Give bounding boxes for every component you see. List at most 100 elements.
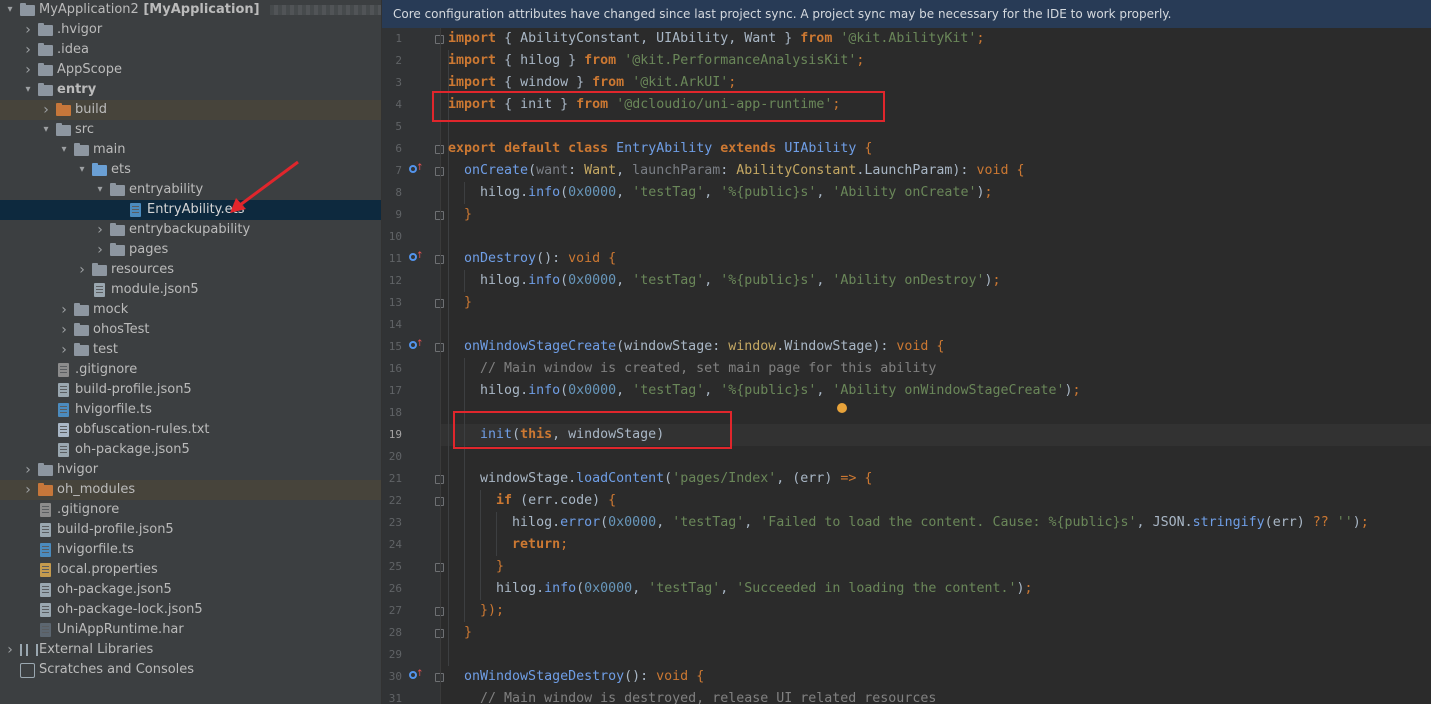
tree-item-uniappruntime-har[interactable]: UniAppRuntime.har [0, 620, 381, 640]
tree-item-label: main [93, 142, 126, 157]
chevron-down-icon[interactable]: ▾ [58, 140, 70, 160]
code-line-15[interactable]: onWindowStageCreate(windowStage: window.… [448, 336, 944, 358]
code-line-26[interactable]: hilog.info(0x0000, 'testTag', 'Succeeded… [448, 578, 1032, 600]
tree-item-src[interactable]: ▾ src [0, 120, 381, 140]
line-number: 15 [388, 340, 402, 353]
tree-item-oh-package-lock-json5[interactable]: oh-package-lock.json5 [0, 600, 381, 620]
project-tree: ▾ MyApplication2 [MyApplication] › .hvigor ›… [0, 0, 382, 704]
tree-item-hvigor[interactable]: › .hvigor [0, 20, 381, 40]
chevron-down-icon[interactable]: ▾ [4, 0, 16, 20]
code-line-21[interactable]: windowStage.loadContent('pages/Index', (… [448, 468, 872, 490]
code-line-12[interactable]: hilog.info(0x0000, 'testTag', '%{public}… [448, 270, 1000, 292]
override-method-icon[interactable]: ↑ [409, 669, 424, 683]
folder-orange-icon [56, 103, 71, 117]
line-number: 22 [388, 494, 402, 507]
code-line-13[interactable]: } [448, 292, 472, 314]
code-line-31[interactable]: // Main window is destroyed, release UI … [448, 688, 936, 704]
chevron-right-icon[interactable]: › [94, 240, 106, 260]
code-line-24[interactable]: return; [448, 534, 568, 556]
tree-item-entry[interactable]: ▾ entry [0, 80, 381, 100]
code-line-8[interactable]: hilog.info(0x0000, 'testTag', '%{public}… [448, 182, 992, 204]
tree-item-appscope[interactable]: › AppScope [0, 60, 381, 80]
tree-item-label: module.json5 [111, 282, 199, 297]
code-line-30[interactable]: onWindowStageDestroy(): void { [448, 666, 704, 688]
override-method-icon[interactable]: ↑ [409, 251, 424, 265]
tree-item-ohostest[interactable]: › ohosTest [0, 320, 381, 340]
chevron-right-icon[interactable]: › [22, 20, 34, 40]
chevron-down-icon[interactable]: ▾ [76, 160, 88, 180]
tree-item-oh-package-json5[interactable]: oh-package.json5 [0, 580, 381, 600]
tree-item-test[interactable]: › test [0, 340, 381, 360]
chevron-right-icon[interactable]: › [22, 480, 34, 500]
tree-item-hvigorfile-ts[interactable]: hvigorfile.ts [0, 400, 381, 420]
chevron-right-icon[interactable]: › [94, 220, 106, 240]
code-line-27[interactable]: }); [448, 600, 504, 622]
folder-icon [38, 463, 53, 477]
tree-item-module-json5[interactable]: module.json5 [0, 280, 381, 300]
properties-file-icon [38, 563, 53, 577]
tree-item-hvigorfile-ts[interactable]: hvigorfile.ts [0, 540, 381, 560]
code-line-28[interactable]: } [448, 622, 472, 644]
line-number: 12 [388, 274, 402, 287]
tree-item-ets[interactable]: ▾ ets [0, 160, 381, 180]
code-line-23[interactable]: hilog.error(0x0000, 'testTag', 'Failed t… [448, 512, 1369, 534]
code-line-22[interactable]: if (err.code) { [448, 490, 616, 512]
code-line-25[interactable]: } [448, 556, 504, 578]
code-line-16[interactable]: // Main window is created, set main page… [448, 358, 936, 380]
chevron-right-icon[interactable]: › [22, 60, 34, 80]
code-line-6[interactable]: export default class EntryAbility extend… [448, 138, 872, 160]
line-number: 29 [388, 648, 402, 661]
code-line-17[interactable]: hilog.info(0x0000, 'testTag', '%{public}… [448, 380, 1081, 402]
json-file-icon [38, 583, 53, 597]
line-number: 23 [388, 516, 402, 529]
tree-item-gitignore[interactable]: .gitignore [0, 360, 381, 380]
chevron-right-icon[interactable]: › [40, 100, 52, 120]
tree-item-local-properties[interactable]: local.properties [0, 560, 381, 580]
tree-item-entryability[interactable]: ▾ entryability [0, 180, 381, 200]
tree-item-label: hvigor [57, 462, 99, 477]
tree-item-mock[interactable]: › mock [0, 300, 381, 320]
tree-item-main[interactable]: ▾ main [0, 140, 381, 160]
tree-item-entryability-ets[interactable]: EntryAbility.ets [0, 200, 381, 220]
tree-item-oh-package-json5[interactable]: oh-package.json5 [0, 440, 381, 460]
tree-item-idea[interactable]: › .idea [0, 40, 381, 60]
line-number: 30 [388, 670, 402, 683]
tree-item-myapplication2[interactable]: ▾ MyApplication2 [MyApplication] [0, 0, 381, 20]
code-line-11[interactable]: onDestroy(): void { [448, 248, 616, 270]
tree-item-build[interactable]: › build [0, 100, 381, 120]
code-line-2[interactable]: import { hilog } from '@kit.PerformanceA… [448, 50, 864, 72]
tree-item-obfuscation-rules-txt[interactable]: obfuscation-rules.txt [0, 420, 381, 440]
line-number: 17 [388, 384, 402, 397]
chevron-down-icon[interactable]: ▾ [40, 120, 52, 140]
tree-item-hvigor[interactable]: › hvigor [0, 460, 381, 480]
chevron-down-icon[interactable]: ▾ [22, 80, 34, 100]
override-method-icon[interactable]: ↑ [409, 163, 424, 177]
tree-item-build-profile-json5[interactable]: build-profile.json5 [0, 380, 381, 400]
folder-icon [110, 243, 125, 257]
code-line-9[interactable]: } [448, 204, 472, 226]
chevron-right-icon[interactable]: › [4, 640, 16, 660]
tree-item-gitignore[interactable]: .gitignore [0, 500, 381, 520]
tree-item-external-libraries[interactable]: › External Libraries [0, 640, 381, 660]
chevron-right-icon[interactable]: › [58, 320, 70, 340]
tree-item-oh-modules[interactable]: › oh_modules [0, 480, 381, 500]
chevron-right-icon[interactable]: › [76, 260, 88, 280]
tree-item-build-profile-json5[interactable]: build-profile.json5 [0, 520, 381, 540]
line-number: 16 [388, 362, 402, 375]
sync-notification-banner[interactable]: Core configuration attributes have chang… [382, 0, 1431, 28]
tree-item-resources[interactable]: › resources [0, 260, 381, 280]
tree-item-label: Scratches and Consoles [39, 662, 195, 677]
code-line-7[interactable]: onCreate(want: Want, launchParam: Abilit… [448, 160, 1025, 182]
chevron-right-icon[interactable]: › [58, 340, 70, 360]
chevron-right-icon[interactable]: › [22, 460, 34, 480]
code-line-1[interactable]: import { AbilityConstant, UIAbility, Wan… [448, 28, 984, 50]
tree-item-pages[interactable]: › pages [0, 240, 381, 260]
lightbulb-icon[interactable] [837, 403, 847, 413]
code-editor[interactable]: Core configuration attributes have chang… [382, 0, 1431, 704]
tree-item-entrybackupability[interactable]: › entrybackupability [0, 220, 381, 240]
chevron-right-icon[interactable]: › [22, 40, 34, 60]
override-method-icon[interactable]: ↑ [409, 339, 424, 353]
tree-item-scratches-and-consoles[interactable]: Scratches and Consoles [0, 660, 381, 680]
chevron-down-icon[interactable]: ▾ [94, 180, 106, 200]
chevron-right-icon[interactable]: › [58, 300, 70, 320]
